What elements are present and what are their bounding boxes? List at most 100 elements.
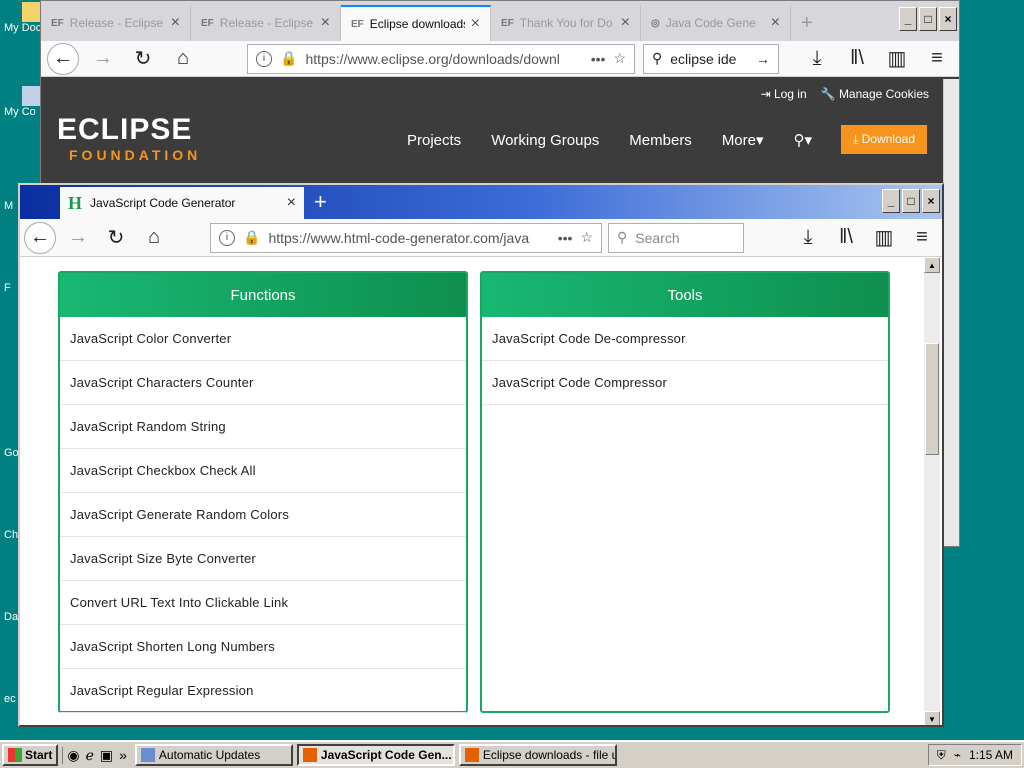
- desktop-icon-my-documents[interactable]: My Doc: [0, 2, 44, 34]
- list-item[interactable]: JavaScript Shorten Long Numbers: [60, 625, 466, 669]
- list-item[interactable]: JavaScript Checkbox Check All: [60, 449, 466, 493]
- desktop-icon-my-computer[interactable]: My Co: [0, 86, 44, 118]
- eclipse-logo[interactable]: ECLIPSE FOUNDATION: [57, 113, 201, 163]
- updates-icon: [140, 748, 155, 762]
- forward-button[interactable]: →: [62, 222, 94, 254]
- list-item[interactable]: JavaScript Code De-compressor: [482, 317, 888, 361]
- lock-icon: 🔒: [280, 50, 298, 66]
- search-bar[interactable]: ⚲ eclipse ide →: [643, 43, 779, 74]
- forward-button[interactable]: →: [87, 43, 119, 75]
- bookmark-star-icon[interactable]: ☆: [613, 50, 626, 67]
- more-icon[interactable]: •••: [558, 230, 573, 246]
- code-generator-browser-window: H JavaScript Code Generator × + _ □ × ← …: [18, 183, 944, 727]
- url-bar[interactable]: i 🔒 https://www.eclipse.org/downloads/do…: [247, 43, 635, 74]
- go-arrow-icon[interactable]: →: [756, 51, 770, 67]
- login-link[interactable]: ⇥ Log in: [761, 87, 807, 101]
- chevron-right-icon[interactable]: »: [119, 747, 127, 763]
- scroll-down-button[interactable]: ▼: [924, 711, 940, 725]
- firefox-icon: [302, 748, 317, 762]
- tab-thank-you[interactable]: EF Thank You for Do ×: [491, 5, 641, 41]
- task-javascript-code-gen[interactable]: JavaScript Code Gen...: [296, 744, 455, 766]
- new-tab-button[interactable]: +: [314, 189, 327, 215]
- maximize-button[interactable]: □: [902, 189, 920, 213]
- manage-cookies-link[interactable]: 🔧 Manage Cookies: [821, 87, 929, 101]
- info-icon[interactable]: i: [219, 229, 235, 246]
- home-button[interactable]: ⌂: [138, 222, 170, 254]
- system-tray: ⛨ ⌁ 1:15 AM: [927, 744, 1022, 766]
- task-eclipse-downloads[interactable]: Eclipse downloads - file u...: [458, 744, 617, 766]
- list-item[interactable]: JavaScript Characters Counter: [60, 361, 466, 405]
- new-tab-button[interactable]: +: [791, 5, 831, 41]
- menu-icon[interactable]: ≡: [906, 222, 938, 254]
- shield-icon[interactable]: ⛨: [937, 748, 946, 763]
- ie-icon[interactable]: ℯ: [86, 747, 94, 764]
- scroll-thumb[interactable]: [925, 343, 939, 455]
- back-button[interactable]: ←: [47, 42, 79, 75]
- menu-icon[interactable]: ≡: [921, 43, 953, 75]
- back-button[interactable]: ←: [24, 221, 56, 254]
- download-icon[interactable]: ⤓: [792, 222, 824, 254]
- minimize-button[interactable]: _: [899, 7, 917, 31]
- bookmark-star-icon[interactable]: ☆: [580, 229, 593, 246]
- nav-members[interactable]: Members: [629, 132, 692, 149]
- search-input[interactable]: ⚲ Search: [608, 222, 744, 253]
- list-item[interactable]: JavaScript Regular Expression: [60, 669, 466, 713]
- sidebar-icon[interactable]: ▥: [868, 222, 900, 254]
- minimize-button[interactable]: _: [882, 189, 900, 213]
- close-icon[interactable]: ×: [287, 194, 296, 212]
- list-item[interactable]: Convert URL Text Into Clickable Link: [60, 581, 466, 625]
- chrome-icon[interactable]: ◉: [67, 747, 79, 764]
- tab-javascript-code-generator[interactable]: H JavaScript Code Generator ×: [60, 187, 304, 219]
- download-icon[interactable]: ⤓: [801, 43, 833, 75]
- tools-list: JavaScript Code De-compressor JavaScript …: [482, 317, 888, 405]
- ef-favicon-icon: EF: [351, 18, 364, 30]
- close-icon[interactable]: ×: [471, 15, 480, 33]
- more-icon[interactable]: •••: [591, 51, 606, 67]
- eclipse-top-links: ⇥ Log in 🔧 Manage Cookies: [761, 87, 929, 101]
- network-icon[interactable]: ⌁: [954, 748, 961, 762]
- scrollbar[interactable]: [943, 79, 959, 546]
- page-content: Functions JavaScript Color Converter Java…: [20, 257, 942, 725]
- close-button[interactable]: ×: [922, 189, 940, 213]
- reload-button[interactable]: ↻: [100, 222, 132, 254]
- list-item[interactable]: JavaScript Color Converter: [60, 317, 466, 361]
- tab-release-1[interactable]: EF Release - Eclipse ×: [41, 5, 191, 41]
- list-item[interactable]: JavaScript Size Byte Converter: [60, 537, 466, 581]
- clock[interactable]: 1:15 AM: [969, 748, 1013, 762]
- eclipse-nav: Projects Working Groups Members More▾ ⚲▾: [407, 131, 813, 150]
- tools-panel: Tools JavaScript Code De-compressor JavaS…: [480, 271, 890, 713]
- home-button[interactable]: ⌂: [167, 43, 199, 75]
- nav-working-groups[interactable]: Working Groups: [491, 132, 599, 149]
- scrollbar[interactable]: ▲ ▼: [924, 257, 940, 725]
- tab-java-code-gen[interactable]: ◎ Java Code Gene ×: [641, 5, 791, 41]
- close-icon[interactable]: ×: [171, 14, 180, 32]
- download-button[interactable]: ⤓ Download: [840, 125, 927, 154]
- close-button[interactable]: ×: [939, 7, 957, 31]
- close-icon[interactable]: ×: [621, 14, 630, 32]
- search-icon[interactable]: ⚲▾: [794, 131, 813, 149]
- info-icon[interactable]: i: [256, 50, 272, 67]
- show-desktop-icon[interactable]: ▣: [100, 747, 113, 764]
- start-button[interactable]: Start: [2, 744, 59, 766]
- close-icon[interactable]: ×: [321, 14, 330, 32]
- library-icon[interactable]: ‖\: [841, 43, 873, 75]
- task-automatic-updates[interactable]: Automatic Updates: [134, 744, 293, 766]
- scroll-up-button[interactable]: ▲: [924, 257, 940, 273]
- tab-eclipse-downloads[interactable]: EF Eclipse downloads ×: [341, 5, 491, 41]
- nav-projects[interactable]: Projects: [407, 132, 461, 149]
- list-item[interactable]: JavaScript Generate Random Colors: [60, 493, 466, 537]
- url-bar[interactable]: i 🔒 https://www.html-code-generator.com/…: [210, 222, 602, 253]
- tools-header: Tools: [482, 273, 888, 317]
- eclipse-header: ⇥ Log in 🔧 Manage Cookies ECLIPSE FOUNDA…: [41, 77, 959, 189]
- nav-more[interactable]: More▾: [722, 131, 764, 149]
- reload-button[interactable]: ↻: [127, 43, 159, 75]
- firefox-icon: [464, 748, 479, 762]
- sidebar-icon[interactable]: ▥: [881, 43, 913, 75]
- list-item[interactable]: JavaScript Code Compressor: [482, 361, 888, 405]
- maximize-button[interactable]: □: [919, 7, 937, 31]
- tab-release-2[interactable]: EF Release - Eclipse ×: [191, 5, 341, 41]
- library-icon[interactable]: ‖\: [830, 222, 862, 254]
- list-item[interactable]: JavaScript Random String: [60, 405, 466, 449]
- close-icon[interactable]: ×: [771, 14, 780, 32]
- functions-header: Functions: [60, 273, 466, 317]
